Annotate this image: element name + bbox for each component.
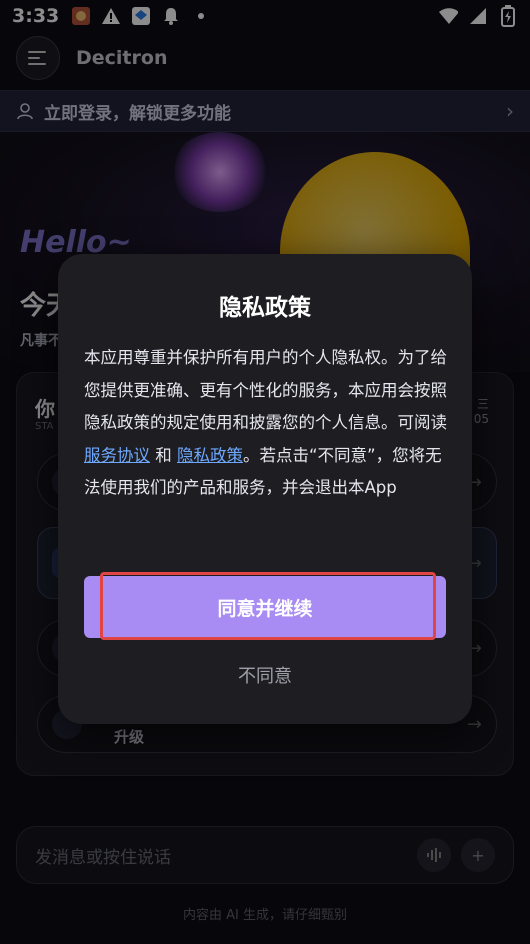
dialog-body: 本应用尊重并保护所有用户的个人隐私权。为了给您提供更准确、更有个性化的服务，本应… (84, 342, 448, 505)
dialog-and-text: 和 (150, 445, 177, 465)
privacy-policy-dialog: 隐私政策 本应用尊重并保护所有用户的个人隐私权。为了给您提供更准确、更有个性化的… (58, 254, 472, 724)
dialog-title: 隐私政策 (219, 295, 311, 321)
agree-continue-button[interactable]: 同意并继续 (84, 576, 446, 638)
disagree-button[interactable]: 不同意 (58, 662, 472, 688)
service-agreement-link[interactable]: 服务协议 (84, 446, 150, 465)
dialog-body-text: 本应用尊重并保护所有用户的个人隐私权。为了给您提供更准确、更有个性化的服务，本应… (84, 348, 447, 432)
privacy-policy-link[interactable]: 隐私政策 (177, 446, 243, 465)
